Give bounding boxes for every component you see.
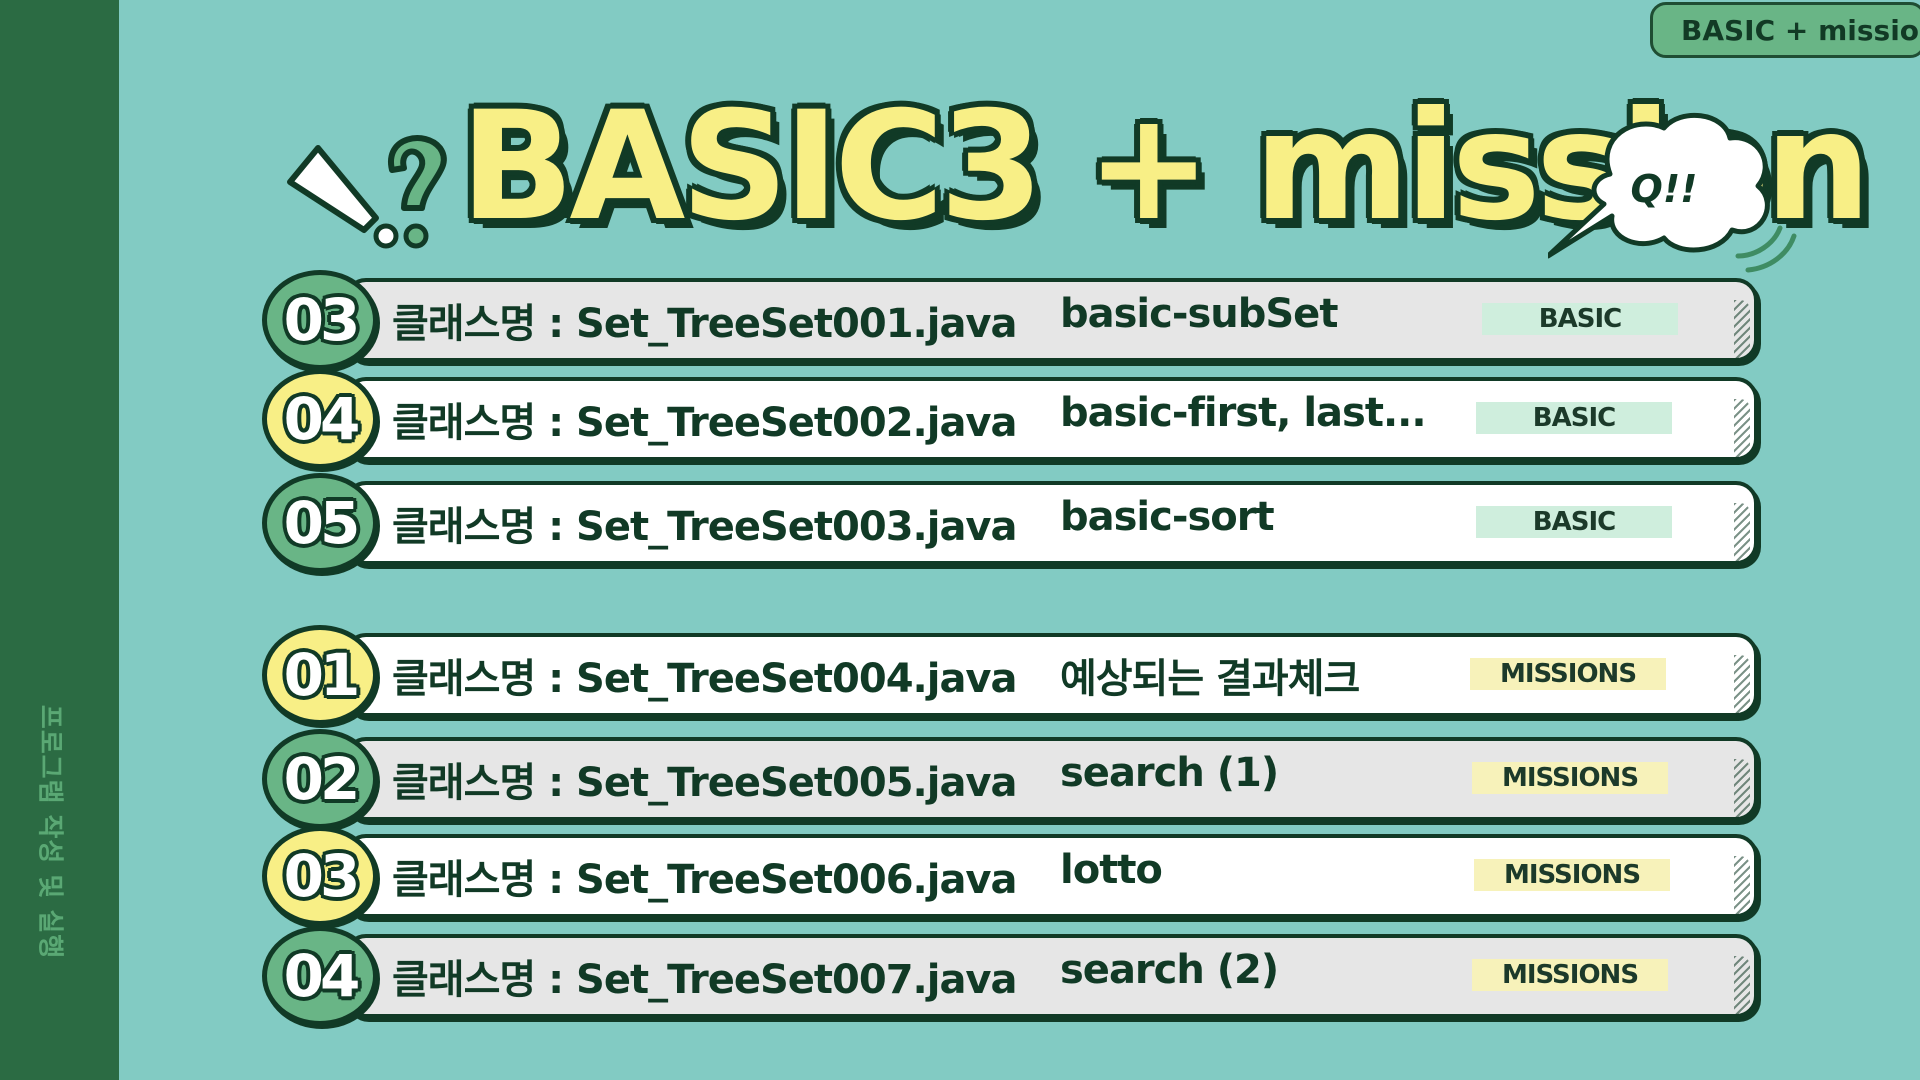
category-tag: MISSIONS	[1472, 959, 1668, 991]
list-row-mission-02: 02 클래스명 : Set_TreeSet005.java search (1)…	[262, 729, 1762, 829]
task-description: search (1)	[1060, 750, 1279, 796]
list-row-mission-03: 03 클래스명 : Set_TreeSet006.java lotto MISS…	[262, 826, 1762, 926]
class-name-label: 클래스명 : Set_TreeSet006.java	[392, 857, 1018, 903]
number-badge: 04	[262, 926, 378, 1026]
list-row-mission-01: 01 클래스명 : Set_TreeSet004.java 예상되는 결과체크 …	[262, 625, 1762, 725]
category-tag: BASIC	[1482, 303, 1678, 335]
class-name-label: 클래스명 : Set_TreeSet007.java	[392, 957, 1018, 1003]
class-name-label: 클래스명 : Set_TreeSet005.java	[392, 760, 1018, 806]
task-description: basic-subSet	[1060, 291, 1338, 337]
class-name-label: 클래스명 : Set_TreeSet003.java	[392, 504, 1018, 550]
speech-bubble-icon: Q!!	[1548, 112, 1797, 273]
task-description: 예상되는 결과체크	[1060, 656, 1360, 702]
list-row-basic-04: 04 클래스명 : Set_TreeSet002.java basic-firs…	[262, 369, 1762, 469]
category-tag: BASIC	[1476, 402, 1672, 434]
number-badge: 03	[262, 826, 378, 926]
sidebar: 프로그램 작성 및 실행	[0, 0, 119, 1080]
task-description: basic-sort	[1060, 494, 1275, 540]
category-tag: MISSIONS	[1472, 762, 1668, 794]
list-row-basic-03: 03 클래스명 : Set_TreeSet001.java basic-subS…	[262, 270, 1762, 370]
class-name-label: 클래스명 : Set_TreeSet004.java	[392, 656, 1018, 702]
class-name-label: 클래스명 : Set_TreeSet001.java	[392, 301, 1018, 347]
task-description: lotto	[1060, 847, 1163, 893]
exclamation-question-icon	[287, 135, 447, 249]
sidebar-vertical-text: 프로그램 작성 및 실행	[34, 704, 65, 960]
number-badge: 02	[262, 729, 378, 829]
number-badge: 05	[262, 473, 378, 573]
number-badge: 01	[262, 625, 378, 725]
category-tag: MISSIONS	[1470, 658, 1666, 690]
bubble-text: Q!!	[1631, 167, 1698, 211]
class-name-label: 클래스명 : Set_TreeSet002.java	[392, 400, 1018, 446]
corner-section-tag: BASIC + mission	[1650, 2, 1920, 58]
category-tag: BASIC	[1476, 506, 1672, 538]
list-row-mission-04: 04 클래스명 : Set_TreeSet007.java search (2)…	[262, 926, 1762, 1026]
list-row-basic-05: 05 클래스명 : Set_TreeSet003.java basic-sort…	[262, 473, 1762, 573]
category-tag: MISSIONS	[1474, 859, 1670, 891]
number-badge: 03	[262, 270, 378, 370]
task-description: basic-first, last...	[1060, 390, 1427, 436]
task-description: search (2)	[1060, 947, 1279, 993]
number-badge: 04	[262, 369, 378, 469]
